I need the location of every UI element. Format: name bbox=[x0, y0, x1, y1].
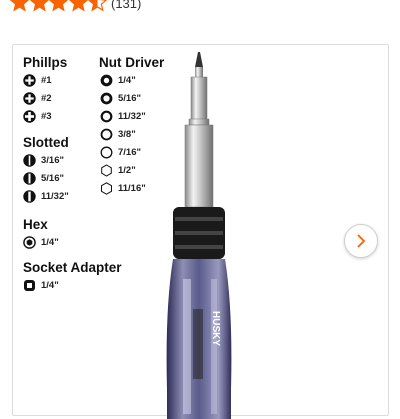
star-rating bbox=[10, 0, 108, 12]
legend-title-hex: Hex bbox=[23, 217, 48, 232]
legend-label: 11/32" bbox=[41, 190, 69, 202]
chevron-down-icon[interactable] bbox=[146, 0, 162, 4]
nut-driver-icon bbox=[100, 128, 113, 140]
chevron-right-icon bbox=[357, 234, 366, 248]
phillips-bit-icon bbox=[23, 109, 36, 123]
legend-item-nut-2: 5/16" bbox=[100, 91, 141, 105]
legend-item-nut-3: 11/32" bbox=[100, 109, 146, 123]
legend-item-nut-7: 11/16" bbox=[100, 181, 146, 195]
legend-label: 11/16" bbox=[118, 182, 146, 194]
socket-adapter-icon bbox=[24, 279, 35, 291]
phillips-bit-icon bbox=[23, 73, 36, 87]
nut-driver-icon bbox=[101, 181, 112, 195]
legend-label: 3/8" bbox=[118, 128, 136, 140]
legend-item-slotted-2: 5/16" bbox=[23, 171, 64, 185]
legend-item-nut-4: 3/8" bbox=[100, 127, 136, 141]
hex-bit-icon bbox=[23, 235, 36, 249]
slotted-bit-icon bbox=[23, 171, 36, 185]
legend-label: 1/2" bbox=[118, 164, 136, 176]
nut-driver-icon bbox=[100, 110, 113, 122]
legend-label: #2 bbox=[41, 92, 52, 104]
legend-item-slotted-3: 11/32" bbox=[23, 189, 69, 203]
legend-item-socket-1: 1/4" bbox=[23, 278, 59, 292]
legend-label: 5/16" bbox=[118, 92, 141, 104]
legend-label: 7/16" bbox=[118, 146, 141, 158]
review-count[interactable]: (131) bbox=[111, 0, 141, 11]
legend-label: 1/4" bbox=[41, 236, 59, 248]
legend-item-nut-6: 1/2" bbox=[100, 163, 136, 177]
brand-logo-text: HUSKY bbox=[210, 311, 221, 346]
legend-item-phillips-3: #3 bbox=[23, 109, 52, 123]
legend-item-phillips-1: #1 bbox=[23, 73, 52, 87]
legend-item-nut-1: 1/4" bbox=[100, 73, 136, 87]
legend-label: 11/32" bbox=[118, 110, 146, 122]
phillips-bit-icon bbox=[23, 91, 36, 105]
nut-driver-icon bbox=[100, 74, 113, 86]
legend-label: #3 bbox=[41, 110, 52, 122]
star-icon bbox=[10, 0, 29, 12]
slotted-bit-icon bbox=[23, 189, 36, 203]
legend-title-socket-adapter: Socket Adapter bbox=[23, 260, 122, 275]
screwdriver-product-image[interactable]: HUSKY bbox=[163, 49, 253, 419]
rating-stars[interactable] bbox=[10, 0, 108, 12]
product-image-viewer: Phillps #1 #2 #3 Slotted 3/16" 5/16" 11/… bbox=[12, 44, 389, 419]
legend-label: 1/4" bbox=[41, 279, 59, 291]
slotted-bit-icon bbox=[23, 153, 36, 167]
legend-title-nut-driver: Nut Driver bbox=[99, 55, 165, 70]
legend-title-phillips: Phillps bbox=[23, 55, 68, 70]
legend-label: 5/16" bbox=[41, 172, 64, 184]
legend-label: 1/4" bbox=[118, 74, 136, 86]
nut-driver-icon bbox=[100, 92, 113, 104]
nut-driver-icon bbox=[100, 146, 113, 158]
legend-label: #1 bbox=[41, 74, 52, 86]
next-image-button[interactable] bbox=[344, 224, 378, 258]
legend-item-phillips-2: #2 bbox=[23, 91, 52, 105]
star-icon bbox=[29, 0, 49, 12]
star-icon bbox=[88, 0, 107, 12]
legend-title-slotted: Slotted bbox=[23, 135, 69, 150]
legend-label: 3/16" bbox=[41, 154, 64, 166]
legend-item-slotted-1: 3/16" bbox=[23, 153, 64, 167]
legend-item-hex-1: 1/4" bbox=[23, 235, 59, 249]
legend-item-nut-5: 7/16" bbox=[100, 145, 141, 159]
star-icon bbox=[49, 0, 68, 12]
nut-driver-icon bbox=[101, 163, 112, 177]
star-icon bbox=[68, 0, 88, 12]
